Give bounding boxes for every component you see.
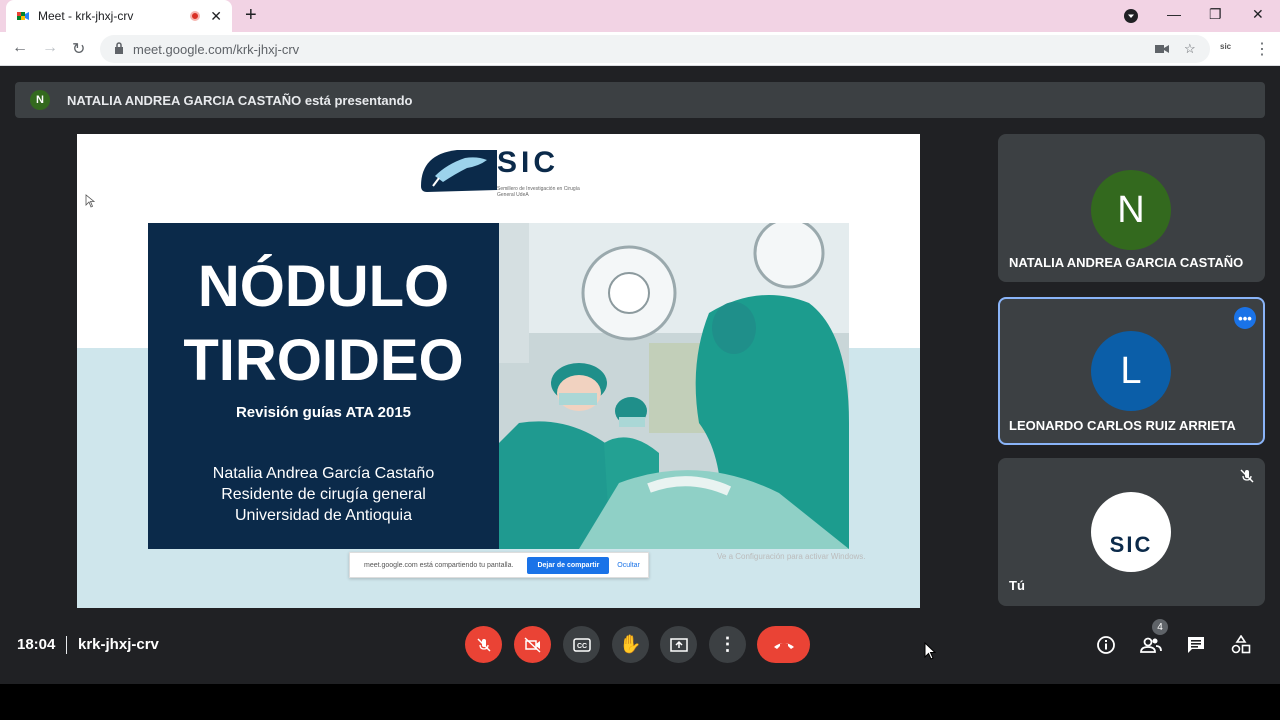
mouse-cursor-icon (924, 642, 936, 660)
profile-dropdown-icon[interactable] (1124, 9, 1138, 23)
maximize-icon[interactable]: ❐ (1209, 6, 1222, 23)
present-icon (669, 637, 688, 652)
browser-tab-bar: Meet - krk-jhxj-crv ✕ + — ❐ ✕ (0, 0, 1280, 32)
captions-icon: CC (572, 637, 591, 652)
activities-icon (1231, 635, 1251, 654)
forward-icon[interactable]: → (42, 39, 58, 57)
presenting-text: NATALIA ANDREA GARCIA CASTAÑO está prese… (67, 92, 413, 108)
people-count-badge: 4 (1152, 619, 1168, 635)
self-name: Tú (1009, 578, 1025, 593)
activities-button[interactable] (1228, 632, 1254, 658)
chat-icon (1188, 637, 1204, 653)
meeting-code: krk-jhxj-crv (78, 636, 159, 653)
camera-toggle-button[interactable] (514, 626, 551, 663)
surgery-photo (499, 223, 849, 549)
hang-up-icon (773, 642, 794, 649)
info-icon (1097, 636, 1115, 654)
hand-icon: ✋ (619, 634, 642, 654)
author-name: Natalia Andrea García Castaño (212, 465, 435, 482)
raise-hand-button[interactable]: ✋ (612, 626, 649, 663)
participant-name: LEONARDO CARLOS RUIZ ARRIETA (1009, 418, 1236, 433)
self-tile[interactable]: SIC Tú (998, 458, 1265, 606)
slide-title: NÓDULO TIROIDEO (148, 250, 499, 398)
camera-off-icon (523, 636, 541, 653)
stop-sharing-button[interactable]: Dejar de compartir (527, 556, 610, 574)
mic-off-icon (476, 637, 491, 652)
share-notice-text: meet.google.com está compartiendo tu pan… (364, 561, 514, 569)
address-bar: ← → ↻ meet.google.com/krk-jhxj-crv ☆ sic… (0, 32, 1280, 66)
mic-off-icon (1240, 469, 1254, 483)
self-avatar: SIC (1091, 492, 1171, 572)
divider (66, 636, 67, 654)
more-options-icon[interactable]: ••• (1234, 307, 1256, 329)
more-vert-icon: ⋮ (718, 634, 737, 654)
chat-button[interactable] (1183, 632, 1209, 658)
presenting-banner: N NATALIA ANDREA GARCIA CASTAÑO está pre… (15, 82, 1265, 118)
hide-notice-link[interactable]: Ocultar (617, 562, 640, 569)
extension-icon[interactable]: sic (1220, 42, 1231, 51)
glove-logo-icon (421, 150, 497, 192)
slide-title-panel: NÓDULO TIROIDEO Revisión guías ATA 2015 … (148, 223, 499, 549)
back-icon[interactable]: ← (12, 39, 28, 57)
camera-icon[interactable] (1155, 44, 1169, 54)
participant-avatar: L (1091, 331, 1171, 411)
participant-tile[interactable]: N NATALIA ANDREA GARCIA CASTAÑO (998, 134, 1265, 282)
meeting-time: 18:04 (17, 636, 56, 653)
participant-avatar: N (1091, 170, 1171, 250)
author-role: Residente de cirugía general (221, 486, 426, 503)
slide-title-line: NÓDULO (197, 254, 450, 319)
slide-subtitle: Revisión guías ATA 2015 (235, 404, 412, 421)
browser-tab[interactable]: Meet - krk-jhxj-crv ✕ (6, 0, 232, 32)
screen-share-notice: meet.google.com está compartiendo tu pan… (349, 552, 649, 578)
mic-toggle-button[interactable] (465, 626, 502, 663)
people-icon (1140, 637, 1162, 653)
lock-icon (115, 42, 123, 54)
present-button[interactable] (660, 626, 697, 663)
logo-text: SIC (497, 146, 560, 179)
leave-call-button[interactable] (757, 626, 810, 663)
meeting-details-button[interactable] (1093, 632, 1119, 658)
captions-button[interactable]: CC (563, 626, 600, 663)
slide-author: Natalia Andrea García Castaño Residente … (148, 463, 499, 526)
meet-window: N NATALIA ANDREA GARCIA CASTAÑO está pre… (0, 66, 1280, 684)
url-text: meet.google.com/krk-jhxj-crv (133, 42, 300, 57)
omnibox[interactable]: meet.google.com/krk-jhxj-crv ☆ (100, 35, 1210, 63)
tab-close-icon[interactable]: ✕ (210, 8, 222, 25)
presentation-stage[interactable]: SIC Semillero de Investigación en Cirugí… (77, 134, 920, 608)
svg-text:CC: CC (577, 643, 587, 650)
window-close-icon[interactable]: ✕ (1252, 6, 1264, 23)
presenter-avatar: N (30, 90, 50, 110)
recording-icon (190, 11, 201, 21)
minimize-icon[interactable]: — (1167, 6, 1181, 22)
people-button[interactable] (1138, 632, 1164, 658)
meet-favicon-icon (17, 12, 29, 20)
self-avatar-text: SIC (1109, 532, 1153, 557)
bookmark-star-icon[interactable]: ☆ (1184, 41, 1196, 57)
slide-title-line: TIROIDEO (183, 328, 464, 393)
participant-name: NATALIA ANDREA GARCIA CASTAÑO (1009, 255, 1244, 270)
windows-watermark: Ve a Configuración para activar Windows. (717, 552, 866, 561)
more-options-button[interactable]: ⋮ (709, 626, 746, 663)
slide-logo: SIC Semillero de Investigación en Cirugí… (417, 146, 587, 198)
slide-cursor-icon (85, 194, 95, 208)
logo-subtitle: Semillero de Investigación en Cirugía Ge… (497, 186, 580, 198)
new-tab-icon[interactable]: + (245, 4, 257, 27)
author-university: Universidad de Antioquia (234, 507, 412, 524)
reload-icon[interactable]: ↻ (72, 39, 85, 59)
tab-title: Meet - krk-jhxj-crv (38, 9, 134, 23)
participant-tile-active[interactable]: L LEONARDO CARLOS RUIZ ARRIETA ••• (998, 297, 1265, 445)
browser-menu-icon[interactable]: ⋮ (1254, 39, 1270, 59)
